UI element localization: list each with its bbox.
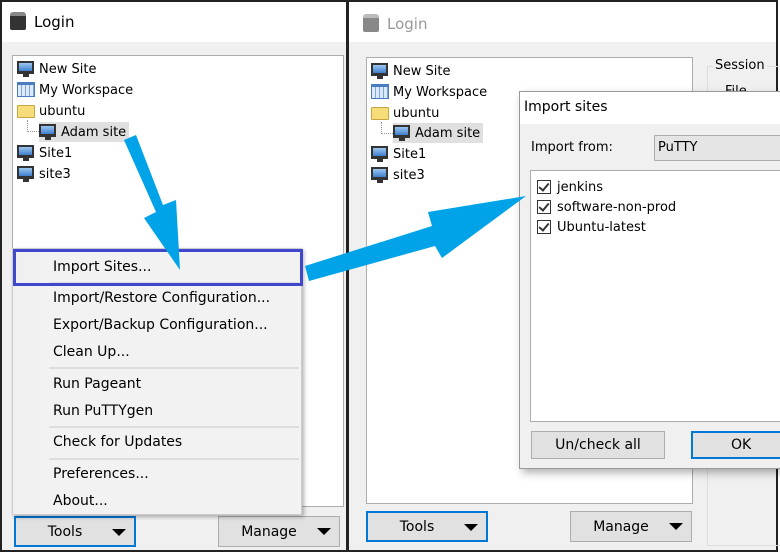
menu-item-import-restore[interactable]: Import/Restore Configuration... xyxy=(53,290,270,306)
manage-button[interactable]: Manage xyxy=(218,516,340,547)
new-site-icon xyxy=(17,61,35,77)
tree-item-label: New Site xyxy=(393,63,451,79)
title-bar: Login xyxy=(349,2,776,42)
menu-item-export-backup[interactable]: Export/Backup Configuration... xyxy=(53,317,268,333)
site-label: software-non-prod xyxy=(557,199,677,215)
menu-item-run-puttygen[interactable]: Run PuTTYgen xyxy=(53,403,153,419)
sites-list: jenkins software-non-prod Ubuntu-latest xyxy=(530,170,780,422)
tree-item-label: Adam site xyxy=(61,124,127,140)
chevron-down-icon xyxy=(669,523,683,530)
tree-item-adam-site[interactable]: Adam site xyxy=(39,122,130,142)
checkbox-checked-icon xyxy=(537,180,551,194)
tree-item-label: New Site xyxy=(39,61,97,77)
menu-item-run-pageant[interactable]: Run Pageant xyxy=(53,376,141,392)
site-checkbox-software-non-prod[interactable]: software-non-prod xyxy=(537,197,676,217)
ok-label: OK xyxy=(731,437,752,453)
computer-icon xyxy=(17,145,35,161)
tree-item-new-site[interactable]: New Site xyxy=(371,61,450,81)
tree-item-site3[interactable]: site3 xyxy=(17,164,71,184)
tree-item-label: Site1 xyxy=(39,145,73,161)
computer-icon xyxy=(39,124,57,140)
tree-item-label: site3 xyxy=(393,167,425,183)
site-label: Ubuntu-latest xyxy=(557,219,646,235)
chevron-down-icon xyxy=(112,529,126,536)
tree-connector xyxy=(27,120,39,132)
tree-item-label: site3 xyxy=(39,166,71,182)
chevron-down-icon xyxy=(464,524,478,531)
folder-icon xyxy=(371,105,389,121)
new-site-icon xyxy=(371,63,389,79)
tree-item-adam-site[interactable]: Adam site xyxy=(393,123,484,143)
manage-label: Manage xyxy=(241,523,297,540)
tree-item-label: ubuntu xyxy=(393,105,440,121)
menu-item-preferences[interactable]: Preferences... xyxy=(53,466,149,482)
menu-separator xyxy=(49,426,299,428)
computer-icon xyxy=(371,167,389,183)
tree-item-site1[interactable]: Site1 xyxy=(371,144,426,164)
uncheck-all-label: Un/check all xyxy=(555,437,641,453)
lock-icon xyxy=(10,12,26,30)
tools-label: Tools xyxy=(399,518,435,535)
site-checkbox-jenkins[interactable]: jenkins xyxy=(537,177,603,197)
import-from-value: PuTTY xyxy=(658,140,698,155)
tree-item-label: Site1 xyxy=(393,146,427,162)
import-from-select[interactable]: PuTTY xyxy=(654,135,780,161)
computer-icon xyxy=(17,166,35,182)
tools-button[interactable]: Tools xyxy=(14,516,136,547)
import-sites-dialog: Import sites Import from: PuTTY jenkins … xyxy=(519,91,780,469)
menu-item-check-updates[interactable]: Check for Updates xyxy=(53,434,182,450)
manage-label: Manage xyxy=(593,518,649,535)
title-bar: Login xyxy=(2,2,346,42)
window-title: Login xyxy=(387,15,428,33)
checkbox-checked-icon xyxy=(537,220,551,234)
computer-icon xyxy=(393,125,411,141)
site-label: jenkins xyxy=(557,179,604,195)
menu-item-clean-up[interactable]: Clean Up... xyxy=(53,344,130,360)
uncheck-all-button[interactable]: Un/check all xyxy=(531,431,665,459)
computer-icon xyxy=(371,146,389,162)
workspace-icon xyxy=(371,84,389,100)
menu-separator xyxy=(49,458,299,460)
tools-button[interactable]: Tools xyxy=(366,511,488,542)
tools-label: Tools xyxy=(47,523,83,540)
tree-item-label: ubuntu xyxy=(39,103,86,119)
chevron-down-icon xyxy=(317,528,331,535)
tree-item-ubuntu[interactable]: ubuntu xyxy=(371,103,439,123)
lock-icon xyxy=(363,14,379,32)
window-title: Login xyxy=(34,13,75,31)
site-checkbox-ubuntu-latest[interactable]: Ubuntu-latest xyxy=(537,217,646,237)
tree-item-label: My Workspace xyxy=(39,82,134,98)
manage-button[interactable]: Manage xyxy=(570,511,692,542)
workspace-icon xyxy=(17,82,35,98)
tree-item-ubuntu[interactable]: ubuntu xyxy=(17,101,85,121)
session-group-label: Session xyxy=(713,58,767,73)
ok-button[interactable]: OK xyxy=(691,431,780,459)
tree-item-my-workspace[interactable]: My Workspace xyxy=(17,80,133,100)
import-from-label: Import from: xyxy=(531,140,613,155)
tree-item-label: My Workspace xyxy=(393,84,488,100)
menu-gutter xyxy=(13,249,41,514)
import-sites-highlight-box xyxy=(13,249,303,286)
tools-menu: Import Sites... Import/Restore Configura… xyxy=(12,248,302,515)
tree-item-label: Adam site xyxy=(415,125,481,141)
tree-item-my-workspace[interactable]: My Workspace xyxy=(371,82,487,102)
checkbox-checked-icon xyxy=(537,200,551,214)
tree-item-site1[interactable]: Site1 xyxy=(17,143,72,163)
tree-item-site3[interactable]: site3 xyxy=(371,165,425,185)
menu-separator xyxy=(49,367,299,369)
dialog-title: Import sites xyxy=(524,99,608,115)
tree-item-new-site[interactable]: New Site xyxy=(17,59,96,79)
tree-connector xyxy=(381,122,393,134)
folder-icon xyxy=(17,103,35,119)
menu-item-about[interactable]: About... xyxy=(53,493,108,509)
